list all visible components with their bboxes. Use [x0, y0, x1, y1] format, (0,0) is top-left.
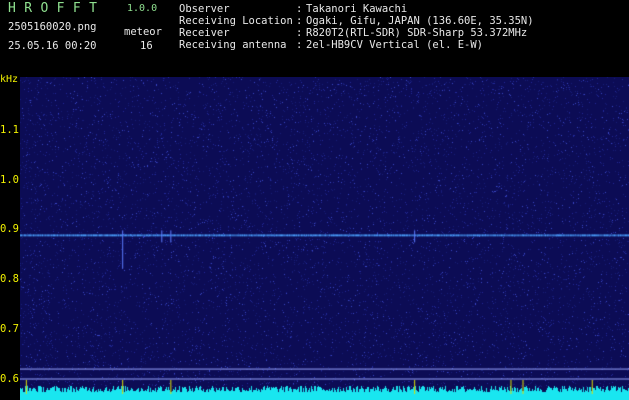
info-separator: :	[296, 27, 303, 39]
info-key-location: Receiving Location	[179, 15, 293, 27]
file-name: 2505160020.png	[8, 21, 97, 33]
y-tick-label: 0.8	[0, 273, 19, 286]
spectrogram-canvas	[20, 77, 629, 400]
header-panel: HROFFT 1.0.0 2505160020.png meteor 25.05…	[0, 0, 629, 75]
info-value-location: Ogaki, Gifu, JAPAN (136.60E, 35.35N)	[306, 15, 534, 27]
y-tick-label: 1.1	[0, 124, 19, 136]
info-separator: :	[296, 39, 303, 51]
info-separator: :	[296, 15, 303, 27]
y-tick-label: 1.0	[0, 173, 19, 186]
info-value-antenna: 2el-HB9CV Vertical (el. E-W)	[306, 39, 484, 51]
info-value-observer: Takanori Kawachi	[306, 3, 408, 15]
info-key-antenna: Receiving antenna	[179, 39, 287, 51]
info-value-receiver: R820T2(RTL-SDR) SDR-Sharp 53.372MHz	[306, 27, 528, 39]
meteor-label: meteor	[124, 26, 162, 38]
y-tick-label: 0.9	[0, 223, 19, 236]
timestamp: 25.05.16 00:20	[8, 40, 97, 52]
info-key-receiver: Receiver	[179, 27, 230, 39]
app-logo: HROFFT	[8, 1, 106, 16]
y-axis-unit: kHz	[0, 74, 19, 85]
info-key-observer: Observer	[179, 3, 230, 15]
y-tick-label: 0.6	[0, 372, 19, 385]
app-version: 1.0.0	[127, 3, 158, 14]
info-separator: :	[296, 3, 303, 15]
meteor-count: 16	[140, 40, 153, 52]
y-tick-label: 0.7	[0, 322, 19, 335]
